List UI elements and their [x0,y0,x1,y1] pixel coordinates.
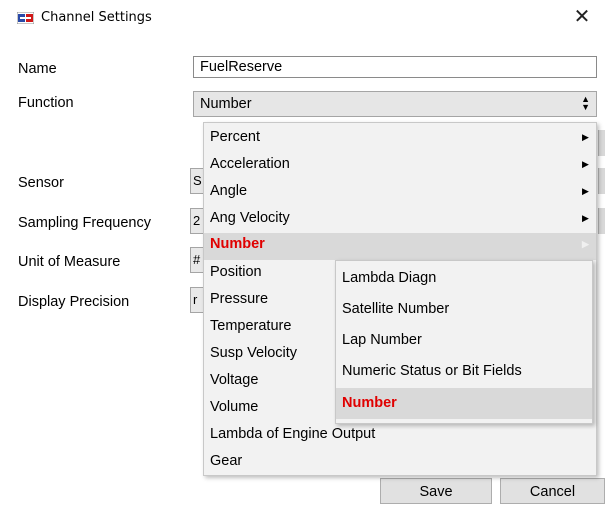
sampling-frequency-select[interactable]: 2 [190,208,204,234]
display-precision-label: Display Precision [18,294,130,310]
name-field-value: FuelReserve [200,59,283,75]
submenu-arrow-icon: ▶ [582,132,589,142]
submenu-arrow-icon: ▶ [582,239,589,249]
unit-of-measure-label: Unit of Measure [18,254,121,270]
sensor-select[interactable]: S [190,168,204,194]
title-bar: Channel Settings ✕ [0,0,605,34]
submenu-item-number[interactable]: Number [336,388,592,419]
field-edge [598,208,605,234]
field-edge [598,168,605,194]
sensor-label: Sensor [18,175,64,191]
submenu-item-lambda-diagn[interactable]: Lambda Diagn [336,263,592,294]
submenu-item-lap-number[interactable]: Lap Number [336,325,592,356]
app-logo-icon [17,12,34,24]
menu-item-ang-velocity[interactable]: Ang Velocity ▶ [204,207,596,234]
function-select[interactable]: Number ▲ ▼ [193,91,597,117]
menu-item-angle[interactable]: Angle ▶ [204,180,596,207]
window-title: Channel Settings [41,10,152,25]
submenu-arrow-icon: ▶ [582,213,589,223]
sampling-frequency-label: Sampling Frequency [18,215,151,231]
function-select-value: Number [200,96,252,112]
close-button[interactable]: ✕ [559,0,605,34]
cancel-button[interactable]: Cancel [500,478,605,504]
field-edge [598,130,605,156]
menu-item-lambda-engine-output[interactable]: Lambda of Engine Output [204,423,596,450]
menu-item-gear[interactable]: Gear [204,450,596,477]
number-submenu: Lambda Diagn Satellite Number Lap Number… [335,260,593,424]
submenu-item-numeric-status[interactable]: Numeric Status or Bit Fields [336,356,592,387]
unit-of-measure-select[interactable]: # [190,247,204,273]
menu-item-acceleration[interactable]: Acceleration ▶ [204,153,596,180]
display-precision-select[interactable]: r [190,287,204,313]
menu-item-percent[interactable]: Percent ▶ [204,126,596,153]
submenu-item-satellite-number[interactable]: Satellite Number [336,294,592,325]
name-field[interactable]: FuelReserve [193,56,597,78]
menu-item-number[interactable]: Number ▶ [204,233,596,260]
submenu-arrow-icon: ▶ [582,159,589,169]
select-arrows-icon: ▲ ▼ [581,94,590,112]
name-label: Name [18,61,57,77]
function-label: Function [18,95,74,111]
save-button[interactable]: Save [380,478,492,504]
submenu-arrow-icon: ▶ [582,186,589,196]
